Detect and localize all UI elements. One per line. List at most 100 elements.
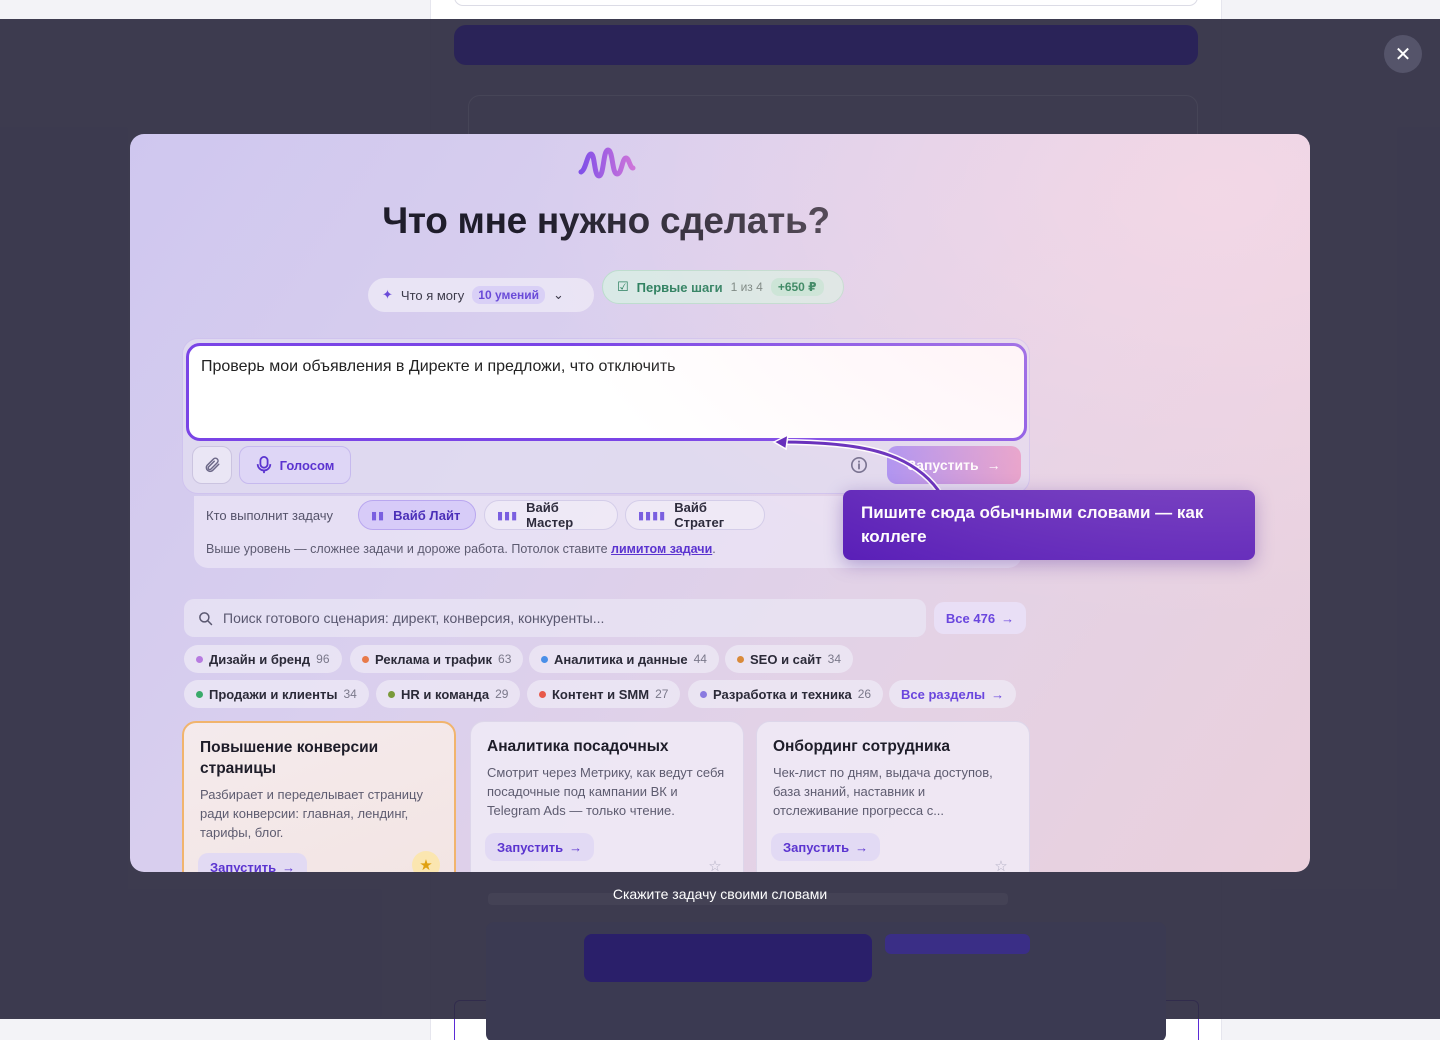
card-run-button[interactable]: Запустить → bbox=[771, 833, 881, 861]
category-analytics[interactable]: Аналитика и данные 44 bbox=[529, 645, 719, 673]
category-label: SEO и сайт bbox=[750, 651, 822, 667]
first-steps-progress: 1 из 4 bbox=[730, 280, 763, 294]
category-count: 27 bbox=[655, 687, 669, 701]
scenario-search[interactable]: Поиск готового сценария: директ, конверс… bbox=[184, 599, 926, 637]
category-sales[interactable]: Продажи и клиенты 34 bbox=[184, 680, 369, 708]
background-input bbox=[454, 0, 1198, 6]
category-dot bbox=[539, 690, 546, 698]
level-icon: ▮▮ bbox=[371, 509, 386, 522]
star-icon[interactable]: ☆ bbox=[701, 852, 729, 872]
star-icon[interactable]: ☆ bbox=[987, 852, 1015, 872]
card-run-label: Запустить bbox=[783, 839, 850, 855]
tutorial-screenshot: Что мне нужно сделать? ✦ Что я могу 10 у… bbox=[130, 134, 1310, 872]
category-design[interactable]: Дизайн и бренд 96 bbox=[184, 645, 342, 673]
all-sections-button[interactable]: Все разделы → bbox=[889, 680, 1017, 708]
star-icon[interactable]: ★ bbox=[412, 851, 440, 872]
scenario-card[interactable]: Повышение конверсии страницы Разбирает и… bbox=[182, 721, 456, 872]
background-banner bbox=[454, 25, 1198, 65]
category-seo[interactable]: SEO и сайт 34 bbox=[725, 645, 854, 673]
tier-lite[interactable]: ▮▮ Вайб Лайт bbox=[358, 500, 476, 530]
slide-caption: Скажите задачу своими словами bbox=[612, 886, 828, 902]
category-dot bbox=[737, 655, 744, 663]
category-count: 29 bbox=[495, 687, 509, 701]
category-dev[interactable]: Разработка и техника 26 bbox=[688, 680, 884, 708]
voice-button[interactable]: Голосом bbox=[239, 446, 351, 484]
category-dot bbox=[362, 655, 369, 663]
background-chip bbox=[584, 934, 872, 982]
search-placeholder: Поиск готового сценария: директ, конверс… bbox=[223, 610, 605, 626]
category-dot bbox=[700, 690, 707, 698]
logo-icon bbox=[578, 147, 636, 179]
category-label: HR и команда bbox=[401, 686, 490, 702]
category-count: 63 bbox=[498, 652, 512, 666]
background-button bbox=[885, 934, 1030, 954]
all-scenarios-label: Все 476 bbox=[945, 610, 996, 626]
paperclip-icon bbox=[205, 457, 220, 473]
skills-label: Что я могу bbox=[400, 287, 465, 303]
category-count: 26 bbox=[857, 687, 872, 701]
scenario-card[interactable]: Онбординг сотрудника Чек-лист по дням, в… bbox=[756, 721, 1030, 872]
checkbox-icon: ☑ bbox=[617, 279, 629, 294]
category-label: Реклама и трафик bbox=[375, 651, 493, 667]
category-count: 34 bbox=[827, 652, 842, 666]
voice-label: Голосом bbox=[279, 457, 335, 473]
task-input[interactable]: Проверь мои объявления в Директе и предл… bbox=[186, 343, 1027, 441]
category-dot bbox=[196, 655, 203, 663]
category-label: Дизайн и бренд bbox=[209, 651, 311, 667]
first-steps-button[interactable]: ☑ Первые шаги 1 из 4 +650 ₽ bbox=[602, 270, 844, 304]
search-icon bbox=[199, 611, 213, 625]
card-run-label: Запустить bbox=[497, 839, 564, 855]
category-ads[interactable]: Реклама и трафик 63 bbox=[350, 645, 524, 673]
executor-note-text: Выше уровень — сложнее задачи и дороже р… bbox=[206, 542, 608, 556]
tier-strategist[interactable]: ▮▮▮▮ Вайб Стратег bbox=[625, 500, 765, 530]
category-label: Аналитика и данные bbox=[554, 651, 688, 667]
category-count: 34 bbox=[343, 687, 357, 701]
tier-label: Вайб Стратег bbox=[674, 500, 725, 530]
category-count: 44 bbox=[693, 652, 707, 666]
level-icon: ▮▮▮ bbox=[497, 509, 519, 522]
category-content[interactable]: Контент и SMM 27 bbox=[527, 680, 681, 708]
card-run-label: Запустить bbox=[210, 859, 277, 873]
all-sections-label: Все разделы bbox=[901, 686, 986, 702]
sparkle-icon: ✦ bbox=[382, 287, 393, 302]
executor-label: Кто выполнит задачу bbox=[206, 508, 334, 523]
arrow-right-icon: → bbox=[855, 839, 869, 855]
card-title: Аналитика посадочных bbox=[487, 738, 669, 755]
tier-master[interactable]: ▮▮▮ Вайб Мастер bbox=[484, 500, 618, 530]
arrow-right-icon: → bbox=[282, 859, 296, 873]
category-hr[interactable]: HR и команда 29 bbox=[376, 680, 521, 708]
close-button[interactable]: ✕ bbox=[1384, 35, 1422, 73]
page-title: Что мне нужно сделать? bbox=[382, 200, 830, 241]
reward-badge: +650 ₽ bbox=[770, 278, 824, 296]
all-scenarios-button[interactable]: Все 476 → bbox=[934, 602, 1026, 634]
close-icon: ✕ bbox=[1394, 43, 1412, 66]
category-dot bbox=[541, 655, 548, 663]
skills-badge: 10 умений bbox=[472, 286, 546, 304]
category-count: 96 bbox=[316, 652, 330, 666]
card-description: Смотрит через Метрику, как ведут себя по… bbox=[487, 765, 725, 818]
card-description: Разбирает и переделывает страницу ради к… bbox=[200, 787, 423, 840]
arrow-right-icon: → bbox=[1001, 610, 1015, 626]
executor-note: Выше уровень — сложнее задачи и дороже р… bbox=[206, 542, 716, 556]
chevron-down-icon: ⌄ bbox=[553, 287, 564, 302]
executor-note-end: . bbox=[712, 542, 716, 556]
arrow-right-icon: → bbox=[986, 457, 1001, 473]
category-dot bbox=[196, 690, 203, 698]
first-steps-label: Первые шаги bbox=[636, 279, 723, 295]
category-label: Разработка и техника bbox=[713, 686, 852, 702]
skills-button[interactable]: ✦ Что я могу 10 умений ⌄ bbox=[368, 278, 594, 312]
card-run-button[interactable]: Запустить → bbox=[485, 833, 595, 861]
level-icon: ▮▮▮▮ bbox=[638, 509, 667, 522]
card-title: Онбординг сотрудника bbox=[773, 738, 950, 755]
category-label: Продажи и клиенты bbox=[209, 686, 338, 702]
microphone-icon bbox=[256, 456, 271, 474]
scenario-card[interactable]: Аналитика посадочных Смотрит через Метри… bbox=[470, 721, 744, 872]
card-description: Чек-лист по дням, выдача доступов, база … bbox=[773, 765, 993, 818]
task-limit-link[interactable]: лимитом задачи bbox=[611, 542, 712, 556]
attach-button[interactable] bbox=[192, 446, 232, 484]
tier-label: Вайб Лайт bbox=[393, 507, 461, 523]
card-run-button[interactable]: Запустить → bbox=[198, 853, 308, 873]
card-title: Повышение конверсии страницы bbox=[200, 739, 379, 777]
tier-label: Вайб Мастер bbox=[526, 500, 574, 530]
category-label: Контент и SMM bbox=[552, 686, 650, 702]
